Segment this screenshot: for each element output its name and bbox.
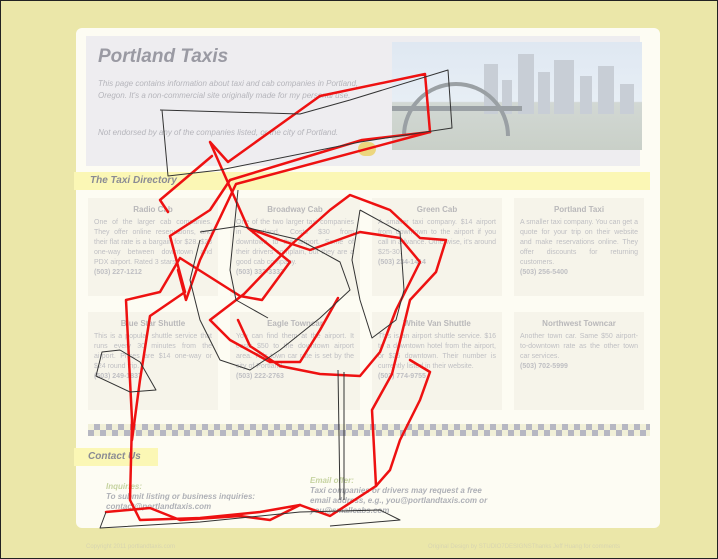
scribble-overlay	[95, 69, 453, 529]
red-scribble	[104, 72, 448, 522]
dark-scribble	[95, 69, 453, 529]
